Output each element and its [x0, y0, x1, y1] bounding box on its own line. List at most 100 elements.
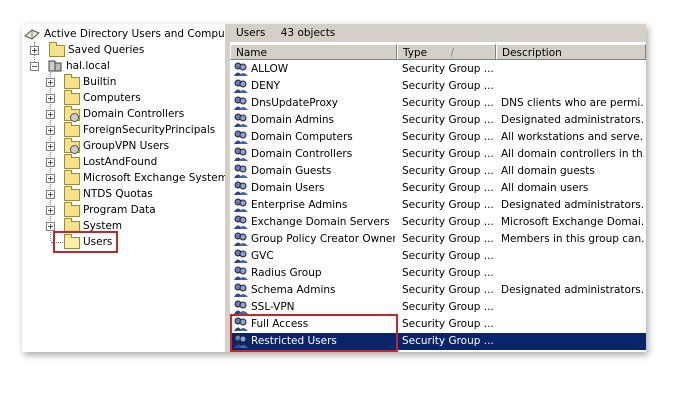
- cell-name: Schema Admins: [251, 284, 336, 296]
- folder-icon: [64, 202, 80, 217]
- cell-name: Domain Guests: [251, 165, 332, 177]
- column-header-type[interactable]: Type /: [397, 44, 496, 60]
- cell-name: SSL-VPN: [251, 301, 295, 313]
- folder-icon: [64, 170, 80, 185]
- cell-description: All domain controllers in th...: [501, 148, 644, 160]
- table-row[interactable]: Domain Guests Security Group ... All domai…: [230, 163, 646, 180]
- group-icon: [234, 96, 248, 110]
- tree-item-label: Program Data: [83, 204, 156, 216]
- tree-item-label: Computers: [83, 92, 141, 104]
- table-row[interactable]: Domain Users Security Group ... All domain…: [230, 180, 646, 197]
- cell-name: Enterprise Admins: [251, 199, 348, 211]
- expand-icon[interactable]: +: [46, 222, 55, 231]
- tree-item-label: Microsoft Exchange System O: [83, 172, 227, 184]
- group-icon: [234, 283, 248, 297]
- table-row[interactable]: Schema Admins Security Group ... Designate…: [230, 282, 646, 299]
- details-title: Users: [236, 27, 266, 39]
- expand-icon[interactable]: +: [46, 78, 55, 87]
- table-row[interactable]: Domain Controllers Security Group ... All …: [230, 146, 646, 163]
- cell-name: Domain Computers: [251, 131, 353, 143]
- table-row[interactable]: SSL-VPN Security Group ...: [230, 299, 646, 316]
- cell-type: Security Group ...: [402, 114, 494, 126]
- table-row[interactable]: Restricted Users Security Group ...: [230, 333, 646, 350]
- group-icon: [234, 266, 248, 280]
- table-row[interactable]: Domain Computers Security Group ... All wo…: [230, 129, 646, 146]
- cell-name: DENY: [251, 80, 280, 92]
- tree-line: [51, 242, 63, 243]
- column-header-description[interactable]: Description: [496, 44, 646, 60]
- cell-type: Security Group ...: [402, 318, 494, 330]
- cell-description: All workstations and serve...: [501, 131, 644, 143]
- expand-icon[interactable]: +: [46, 126, 55, 135]
- cell-name: Restricted Users: [251, 335, 337, 347]
- expand-icon[interactable]: +: [46, 94, 55, 103]
- group-icon: [234, 300, 248, 314]
- expand-icon[interactable]: +: [46, 206, 55, 215]
- collapse-icon[interactable]: −: [30, 62, 39, 71]
- cell-name: DnsUpdateProxy: [251, 97, 338, 109]
- table-row[interactable]: Exchange Domain Servers Security Group ..…: [230, 214, 646, 231]
- group-icon: [234, 113, 248, 127]
- column-header-name[interactable]: Name: [230, 44, 397, 60]
- table-row[interactable]: GVC Security Group ...: [230, 248, 646, 265]
- cell-name: Full Access: [251, 318, 309, 330]
- table-row[interactable]: DnsUpdateProxy Security Group ... DNS clie…: [230, 95, 646, 112]
- folder-icon: [64, 90, 80, 105]
- expand-icon[interactable]: +: [46, 158, 55, 167]
- expand-icon[interactable]: +: [46, 190, 55, 199]
- cell-description: All domain users: [501, 182, 589, 194]
- cell-description: All domain guests: [501, 165, 595, 177]
- table-row[interactable]: Full Access Security Group ...: [230, 316, 646, 333]
- group-icon: [234, 334, 248, 348]
- table-row[interactable]: Enterprise Admins Security Group ... Desig…: [230, 197, 646, 214]
- cell-type: Security Group ...: [402, 199, 494, 211]
- cell-name: Domain Controllers: [251, 148, 353, 160]
- group-icon: [234, 181, 248, 195]
- details-header: Users 43 objects: [230, 24, 646, 42]
- cell-type: Security Group ...: [402, 335, 494, 347]
- cell-name: Domain Users: [251, 182, 325, 194]
- cell-name: GVC: [251, 250, 274, 262]
- tree-item-label: ForeignSecurityPrincipals: [83, 124, 216, 136]
- open-folder-icon: [64, 234, 80, 249]
- tree-item-label: GroupVPN Users: [83, 140, 170, 152]
- cell-name: Radius Group: [251, 267, 322, 279]
- console-root-icon: [24, 29, 40, 40]
- tree-pane[interactable]: Active Directory Users and Computer + Sa…: [22, 24, 227, 352]
- cell-type: Security Group ...: [402, 284, 494, 296]
- tree-item-label: Domain Controllers: [83, 108, 185, 120]
- tree-item-label: hal.local: [66, 60, 110, 72]
- expand-icon[interactable]: +: [46, 142, 55, 151]
- tree-root-label: Active Directory Users and Computer: [44, 28, 227, 40]
- details-pane[interactable]: Users 43 objects Name Type / Description…: [230, 24, 646, 352]
- tree-item-label: LostAndFound: [83, 156, 158, 168]
- tree-item-label: NTDS Quotas: [83, 188, 153, 200]
- cell-type: Security Group ...: [402, 233, 494, 245]
- expand-icon[interactable]: +: [46, 174, 55, 183]
- folder-icon: [49, 42, 65, 57]
- group-icon: [234, 249, 248, 263]
- cell-type: Security Group ...: [402, 80, 494, 92]
- cell-type: Security Group ...: [402, 250, 494, 262]
- ou-folder-icon: [64, 138, 80, 154]
- table-row[interactable]: DENY Security Group ...: [230, 78, 646, 95]
- cell-description: Designated administrators...: [501, 114, 644, 126]
- ou-folder-icon: [64, 106, 80, 122]
- cell-type: Security Group ...: [402, 131, 494, 143]
- group-icon: [234, 164, 248, 178]
- domain-icon: [48, 60, 62, 72]
- cell-description: Microsoft Exchange Domai...: [501, 216, 644, 228]
- group-icon: [234, 232, 248, 246]
- table-row[interactable]: Group Policy Creator Owners Security Grou…: [230, 231, 646, 248]
- table-row[interactable]: Radius Group Security Group ...: [230, 265, 646, 282]
- group-icon: [234, 147, 248, 161]
- folder-icon: [64, 154, 80, 169]
- cell-description: Members in this group can...: [501, 233, 644, 245]
- expand-icon[interactable]: +: [46, 110, 55, 119]
- table-row[interactable]: ALLOW Security Group ...: [230, 61, 646, 78]
- group-icon: [234, 215, 248, 229]
- cell-name: Exchange Domain Servers: [251, 216, 390, 228]
- expand-icon[interactable]: +: [30, 46, 39, 55]
- cell-description: DNS clients who are permi...: [501, 97, 644, 109]
- table-row[interactable]: Domain Admins Security Group ... Designate…: [230, 112, 646, 129]
